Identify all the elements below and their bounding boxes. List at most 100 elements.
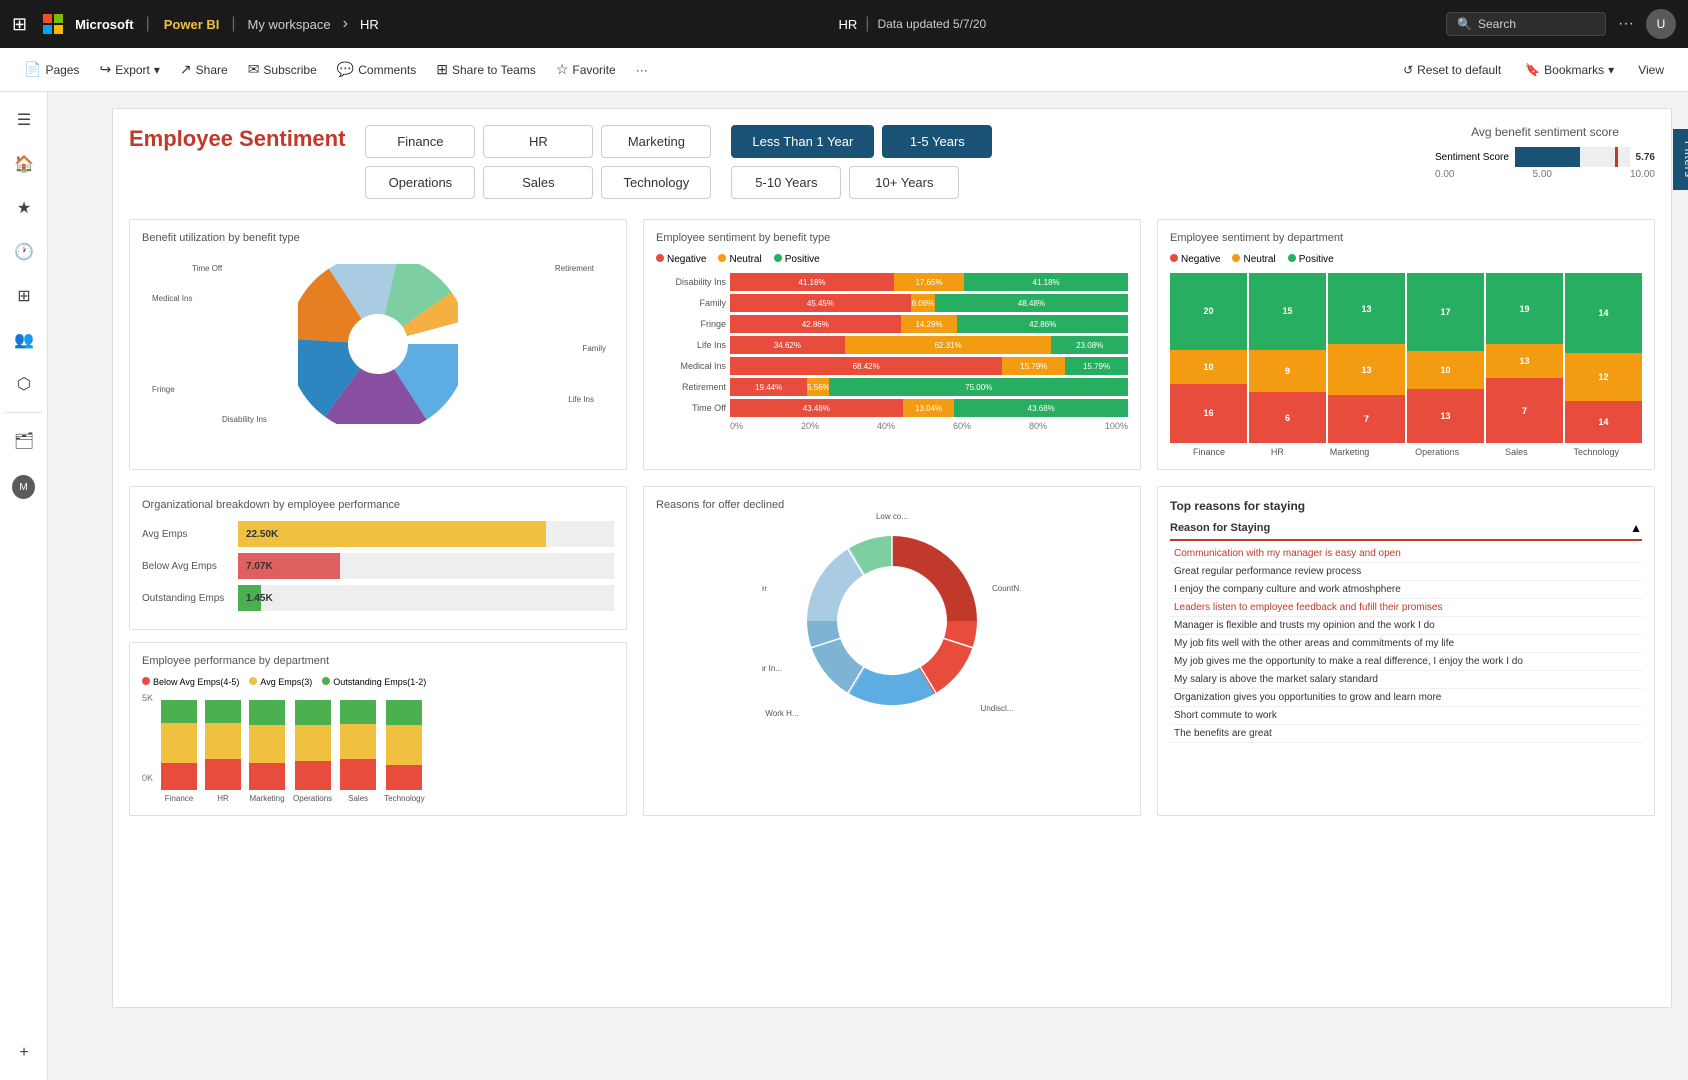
filter-technology[interactable]: Technology <box>601 166 711 199</box>
favorite-button[interactable]: ☆ Favorite <box>548 57 624 82</box>
filter-hr[interactable]: HR <box>483 125 593 158</box>
pages-button[interactable]: 📄 Pages <box>16 57 87 82</box>
benefit-util-chart: Benefit utilization by benefit type <box>129 219 627 470</box>
dept-pos-dot <box>1288 254 1296 262</box>
nav-breadcrumb[interactable]: My workspace <box>248 17 331 32</box>
org-bar-below: Below Avg Emps 7.07K <box>142 553 614 579</box>
favorites-icon: ★ <box>12 198 36 218</box>
reason-item[interactable]: My salary is above the market salary sta… <box>1170 671 1642 689</box>
waffle-icon[interactable]: ⊞ <box>12 14 27 35</box>
sidebar-item-recent[interactable]: 🕐 <box>0 232 47 272</box>
reason-item[interactable]: Organization gives you opportunities to … <box>1170 689 1642 707</box>
charts-row-2: Organizational breakdown by employee per… <box>129 486 1655 816</box>
filter-less-than-year[interactable]: Less Than 1 Year <box>731 125 874 158</box>
left-sidebar: ☰ 🏠 ★ 🕐 ⊞ 👥 ⬡ 🗂 M + <box>0 92 48 1080</box>
stacked-row-family: Family 45.45% 6.06% 48.48% <box>656 294 1128 312</box>
sidebar-collapse[interactable]: ☰ <box>0 100 47 140</box>
search-box[interactable]: 🔍 Search <box>1446 12 1606 36</box>
donut-slice-3 <box>850 668 934 705</box>
sentiment-score-label: Sentiment Score <box>1435 152 1509 163</box>
perf-mkt-below <box>249 763 285 790</box>
sidebar-item-deployment[interactable]: ⬡ <box>0 364 47 404</box>
avg-emps-dot <box>249 677 257 685</box>
filter-5-10-years[interactable]: 5-10 Years <box>731 166 841 199</box>
perf-col-finance: Finance <box>161 700 197 803</box>
reasons-sort-icon[interactable]: ▲ <box>1630 521 1642 535</box>
reason-item[interactable]: My job gives me the opportunity to make … <box>1170 653 1642 671</box>
main-layout: ☰ 🏠 ★ 🕐 ⊞ 👥 ⬡ 🗂 M + <box>0 92 1688 1080</box>
view-button[interactable]: View <box>1630 59 1672 81</box>
meko-stack: 13 13 7 <box>1328 273 1405 443</box>
filter-sales[interactable]: Sales <box>483 166 593 199</box>
bar-pos: 75.00% <box>829 378 1128 396</box>
row-bar: 45.45% 6.06% 48.48% <box>730 294 1128 312</box>
more-options-icon[interactable]: ··· <box>1618 15 1634 33</box>
reason-item[interactable]: Communication with my manager is easy an… <box>1170 545 1642 563</box>
meko-col-marketing: 13 13 7 <box>1328 273 1405 443</box>
meko-stack: 15 9 6 <box>1249 273 1326 443</box>
donut-label-undiscl: Undiscl... <box>981 704 1014 713</box>
nav-right: 🔍 Search ··· U <box>1446 9 1676 39</box>
reason-item[interactable]: My job fits well with the other areas an… <box>1170 635 1642 653</box>
perf-legend: Below Avg Emps(4-5) Avg Emps(3) Outstand… <box>142 677 614 687</box>
reason-item[interactable]: Leaders listen to employee feedback and … <box>1170 599 1642 617</box>
subscribe-button[interactable]: ✉ Subscribe <box>240 57 325 82</box>
comments-button[interactable]: 💬 Comments <box>329 57 424 82</box>
bar-neg: 42.86% <box>730 315 901 333</box>
filters-panel-tab[interactable]: Filters <box>1673 129 1688 190</box>
x-axis-labels: 0% 20% 40% 60% 80% 100% <box>656 421 1128 431</box>
filter-10-plus-years[interactable]: 10+ Years <box>849 166 959 199</box>
bookmarks-arrow: ▾ <box>1608 63 1614 77</box>
sidebar-item-home[interactable]: 🏠 <box>0 144 47 184</box>
meko-col-operations: 17 10 13 <box>1407 273 1484 443</box>
donut-label-bl: Work H... <box>765 709 798 718</box>
pages-icon: 📄 <box>24 61 41 78</box>
filter-1-5-years[interactable]: 1-5 Years <box>882 125 992 158</box>
bar-neg: 45.45% <box>730 294 911 312</box>
sidebar-item-favorites[interactable]: ★ <box>0 188 47 228</box>
perf-chart-area: 5K 0K <box>142 693 614 803</box>
avg-benefit-widget: Avg benefit sentiment score Sentiment Sc… <box>1435 125 1655 180</box>
nav-breadcrumb-arrow: › <box>343 15 348 33</box>
filter-marketing[interactable]: Marketing <box>601 125 711 158</box>
sidebar-item-myworkspace[interactable]: M <box>0 465 47 509</box>
pie-center <box>353 319 403 369</box>
filter-finance[interactable]: Finance <box>365 125 475 158</box>
row-label: Retirement <box>656 382 726 392</box>
sidebar-item-getdata[interactable]: + <box>0 1034 47 1072</box>
export-label: Export <box>115 63 150 77</box>
sidebar-item-apps[interactable]: ⊞ <box>0 276 47 316</box>
reason-item[interactable]: I enjoy the company culture and work atm… <box>1170 581 1642 599</box>
year-filter-row2: 5-10 Years 10+ Years <box>731 166 992 199</box>
dept-filter-row1: Finance HR Marketing <box>365 125 711 158</box>
reason-item[interactable]: Short commute to work <box>1170 707 1642 725</box>
perf-label-sales: Sales <box>348 794 368 803</box>
reason-item[interactable]: The benefits are great <box>1170 725 1642 743</box>
reason-item[interactable]: Manager is flexible and trusts my opinio… <box>1170 617 1642 635</box>
share-teams-button[interactable]: ⊞ Share to Teams <box>428 57 544 82</box>
reset-button[interactable]: ↺ Reset to default <box>1395 59 1509 81</box>
share-button[interactable]: ↗ Share <box>172 57 236 82</box>
workspaces-icon: 🗂 <box>12 431 36 451</box>
meko-neu: 9 <box>1249 350 1326 393</box>
org-bar-avg: Avg Emps 22.50K <box>142 521 614 547</box>
sidebar-item-shared[interactable]: 👥 <box>0 320 47 360</box>
data-updated[interactable]: Data updated 5/7/20 <box>877 17 986 31</box>
year-filters: Less Than 1 Year 1-5 Years 5-10 Years 10… <box>731 125 992 199</box>
meko-neg: 14 <box>1565 401 1642 444</box>
user-avatar[interactable]: U <box>1646 9 1676 39</box>
filter-operations[interactable]: Operations <box>365 166 475 199</box>
bookmarks-button[interactable]: 🔖 Bookmarks ▾ <box>1517 59 1622 81</box>
benefit-bar-track <box>1515 147 1630 167</box>
getdata-icon: + <box>12 1044 36 1062</box>
sidebar-item-workspaces[interactable]: 🗂 <box>0 421 47 461</box>
reason-item[interactable]: Great regular performance review process <box>1170 563 1642 581</box>
bar-neu: 6.06% <box>911 294 935 312</box>
export-button[interactable]: ↪ Export ▾ <box>91 57 167 82</box>
perf-sales-below <box>340 759 376 791</box>
donut-label-l: Better <box>762 584 767 593</box>
perf-hr-avg <box>205 723 241 759</box>
donut-svg: Low co... CountN... Work H... Poor In...… <box>762 501 1022 731</box>
more-button[interactable]: ··· <box>628 59 656 81</box>
pie-label-retirement: Retirement <box>555 264 594 273</box>
